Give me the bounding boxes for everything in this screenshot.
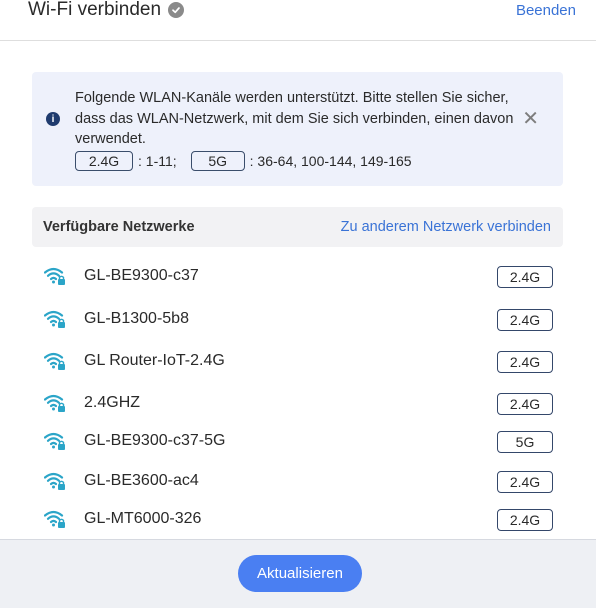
network-band-badge: 5G: [497, 431, 553, 453]
close-icon[interactable]: ✕: [522, 109, 539, 129]
network-band-badge: 2.4G: [497, 266, 553, 288]
network-row[interactable]: GL-B1300-5b8 2.4G: [32, 301, 563, 341]
verified-check-icon: [168, 2, 185, 18]
network-row[interactable]: 2.4GHZ 2.4G: [32, 385, 563, 425]
channel-notice: i Folgende WLAN-Kanäle werden unterstütz…: [32, 72, 563, 186]
network-band-badge: 2.4G: [497, 309, 553, 331]
network-name: GL-B1300-5b8: [84, 310, 189, 327]
network-row[interactable]: GL Router-IoT-2.4G 2.4G: [32, 343, 563, 383]
footer: Aktualisieren: [0, 539, 596, 608]
network-row[interactable]: GL-MT6000-326 2.4G: [32, 501, 563, 541]
network-row[interactable]: GL-BE9300-c37 2.4G: [32, 258, 563, 298]
end-button[interactable]: Beenden: [516, 2, 576, 19]
band-chip-5g: 5G: [190, 151, 245, 171]
wifi-lock-icon: [43, 393, 66, 413]
wifi-lock-icon: [43, 309, 66, 329]
band-chip-2g: 2.4G: [75, 151, 133, 171]
wifi-lock-icon: [43, 351, 66, 371]
notice-text: Folgende WLAN-Kanäle werden unterstützt.…: [75, 90, 514, 147]
title-wrap: Wi-Fi verbinden: [28, 0, 185, 21]
network-name: GL-BE3600-ac4: [84, 472, 199, 489]
info-icon: i: [46, 112, 60, 126]
network-row[interactable]: GL-BE3600-ac4 2.4G: [32, 463, 563, 503]
connect-other-network-link[interactable]: Zu anderem Netzwerk verbinden: [341, 219, 551, 235]
network-name: GL-BE9300-c37: [84, 267, 199, 284]
channel-line: 2.4G : 1-11; 5G : 36-64, 100-144, 149-16…: [75, 151, 412, 171]
network-band-badge: 2.4G: [497, 471, 553, 493]
network-name: GL-BE9300-c37-5G: [84, 432, 226, 449]
refresh-button[interactable]: Aktualisieren: [238, 555, 362, 592]
page-title: Wi-Fi verbinden: [28, 0, 162, 20]
band1-channels: : 1-11;: [138, 153, 177, 169]
wifi-lock-icon: [43, 509, 66, 529]
band2-channels: : 36-64, 100-144, 149-165: [249, 153, 412, 169]
network-name: GL Router-IoT-2.4G: [84, 352, 225, 369]
wifi-lock-icon: [43, 266, 66, 286]
available-networks-title: Verfügbare Netzwerke: [43, 219, 195, 235]
network-band-badge: 2.4G: [497, 351, 553, 373]
network-band-badge: 2.4G: [497, 393, 553, 415]
available-networks-header: Verfügbare Netzwerke Zu anderem Netzwerk…: [32, 207, 563, 247]
network-row[interactable]: GL-BE9300-c37-5G 5G: [32, 423, 563, 463]
network-band-badge: 2.4G: [497, 509, 553, 531]
network-name: 2.4GHZ: [84, 394, 141, 411]
header: Wi-Fi verbinden Beenden: [0, 0, 596, 41]
network-name: GL-MT6000-326: [84, 510, 202, 527]
wifi-lock-icon: [43, 431, 66, 451]
wifi-lock-icon: [43, 471, 66, 491]
